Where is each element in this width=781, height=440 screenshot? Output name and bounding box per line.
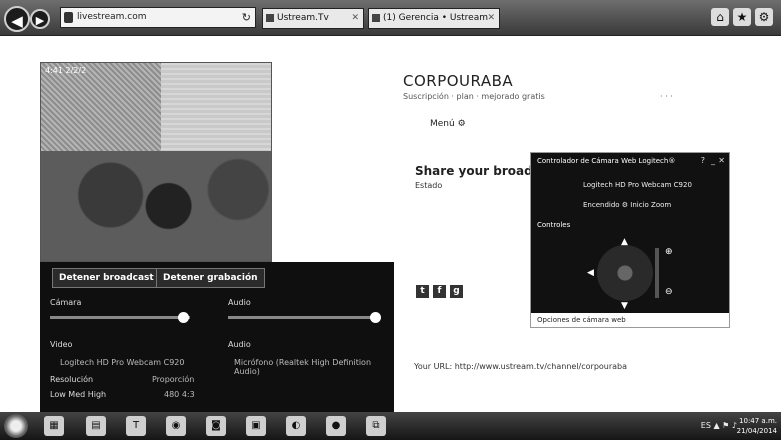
system-tray[interactable]: ES ▲ ⚑ ♪ [701, 421, 737, 430]
app2-icon[interactable]: ⧉ [366, 416, 386, 436]
tab-favicon-icon [372, 14, 380, 22]
media-icon[interactable]: ◉ [166, 416, 186, 436]
tab-gerencia[interactable]: (1) Gerencia • Ustream ✕ [368, 8, 500, 29]
home-icon[interactable]: ⌂ [711, 8, 729, 26]
quality-value: 480 4:3 [164, 390, 195, 399]
address-text: livestream.com [77, 12, 147, 22]
favorites-icon[interactable]: ★ [733, 8, 751, 26]
twitter-icon[interactable]: t [416, 285, 429, 298]
video-source-select[interactable]: Logitech HD Pro Webcam C920 [60, 358, 184, 367]
arrow-up-icon[interactable]: ▲ [621, 237, 628, 247]
recording-controls[interactable]: Encendido ⚙ Inicio Zoom [583, 201, 671, 209]
zoom-out-icon[interactable]: ⊖ [665, 287, 673, 297]
back-button[interactable]: ◀ [4, 6, 30, 32]
video-people [41, 151, 271, 261]
start-button[interactable] [4, 414, 28, 438]
word-icon[interactable]: T [126, 416, 146, 436]
reload-icon[interactable]: ↻ [242, 8, 251, 27]
tab-ustream[interactable]: Ustream.Tv ✕ [262, 8, 364, 29]
tab-close-icon[interactable]: ✕ [351, 9, 359, 28]
help-icon[interactable]: ? [701, 156, 705, 165]
stop-broadcast-button[interactable]: Detener broadcast [52, 268, 161, 288]
google-icon[interactable]: g [450, 285, 463, 298]
zoom-in-icon[interactable]: ⊕ [665, 247, 673, 257]
folder-icon[interactable]: ▤ [86, 416, 106, 436]
audio-source-select[interactable]: Micrófono (Realtek High Definition Audio… [234, 358, 394, 376]
browser-toolbar-icons: ⌂ ★ ⚙ [711, 8, 773, 26]
audio-source-label: Audio [228, 340, 251, 349]
resolution-label: Resolución [50, 375, 94, 384]
video-timestamp: 4:41 2/2/2 [45, 66, 87, 75]
video-label: Video [50, 340, 73, 349]
social-buttons: t f g [416, 285, 463, 298]
resolution-value[interactable]: Proporción [152, 375, 194, 384]
controles-label: Controles [537, 221, 571, 229]
menu-button[interactable]: Menú ⚙ [430, 119, 466, 129]
close-icon[interactable]: ✕ [718, 156, 725, 165]
arrow-down-icon[interactable]: ▼ [621, 301, 628, 311]
quality-selector[interactable]: Low Med High [50, 390, 106, 399]
camera-icon[interactable]: ◙ [206, 416, 226, 436]
channel-subline: Suscripción · plan · mejorado gratis [403, 92, 545, 101]
video-preview: 4:41 2/2/2 [40, 62, 272, 262]
camara-label: Cámara [50, 298, 82, 307]
tab-label: (1) Gerencia • Ustream [383, 13, 488, 23]
tab-favicon-icon [266, 14, 274, 22]
taskbar: ▦ ▤ T ◉ ◙ ▣ ◐ ● ⧉ ES ▲ ⚑ ♪ 10:47 a.m. 21… [0, 412, 781, 440]
estado-label: Estado [415, 181, 443, 190]
arrow-left-icon[interactable]: ◀ [587, 268, 594, 278]
chrome-icon[interactable]: ● [326, 416, 346, 436]
channel-subright: · · · [660, 92, 673, 101]
address-bar[interactable]: livestream.com ↻ [60, 7, 256, 28]
channel-title: CORPOURABA [403, 72, 514, 90]
camara-slider-knob[interactable] [178, 312, 189, 323]
tab-close-icon[interactable]: ✕ [487, 9, 495, 28]
tab-label: Ustream.Tv [277, 13, 329, 23]
lock-icon [64, 12, 73, 23]
broadcast-controls: Detener broadcast Detener grabación Cáma… [40, 262, 394, 412]
pan-tilt-dpad[interactable] [597, 245, 653, 301]
camera-select[interactable]: Logitech HD Pro Webcam C920 [583, 181, 692, 189]
browser-icon[interactable]: ◐ [286, 416, 306, 436]
explorer-icon[interactable]: ▦ [44, 416, 64, 436]
app-icon[interactable]: ▣ [246, 416, 266, 436]
zoom-slider[interactable] [655, 248, 659, 298]
stop-recording-button[interactable]: Detener grabación [156, 268, 265, 288]
webcam-options-link[interactable]: Opciones de cámara web [531, 313, 729, 327]
channel-url: Your URL: http://www.ustream.tv/channel/… [414, 362, 628, 371]
popup-title: Controlador de Cámara Web Logitech® [537, 157, 676, 165]
settings-gear-icon[interactable]: ⚙ [755, 8, 773, 26]
clock-time: 10:47 a.m. [739, 417, 777, 425]
audio-volume-label: Audio [228, 298, 251, 307]
minimize-icon[interactable]: _ [711, 156, 715, 165]
audio-slider[interactable] [228, 316, 378, 319]
camara-slider[interactable] [50, 316, 190, 319]
browser-toolbar: ◀ ▶ livestream.com ↻ Ustream.Tv ✕ (1) Ge… [0, 0, 781, 36]
menu-label: Menú [430, 119, 455, 129]
clock[interactable]: 10:47 a.m. 21/04/2014 [737, 416, 777, 436]
clock-date: 21/04/2014 [736, 427, 777, 435]
gear-icon: ⚙ [457, 119, 466, 129]
audio-slider-knob[interactable] [370, 312, 381, 323]
facebook-icon[interactable]: f [433, 285, 446, 298]
forward-button[interactable]: ▶ [30, 9, 50, 29]
logitech-controller-window: Controlador de Cámara Web Logitech® ? _ … [530, 152, 730, 328]
